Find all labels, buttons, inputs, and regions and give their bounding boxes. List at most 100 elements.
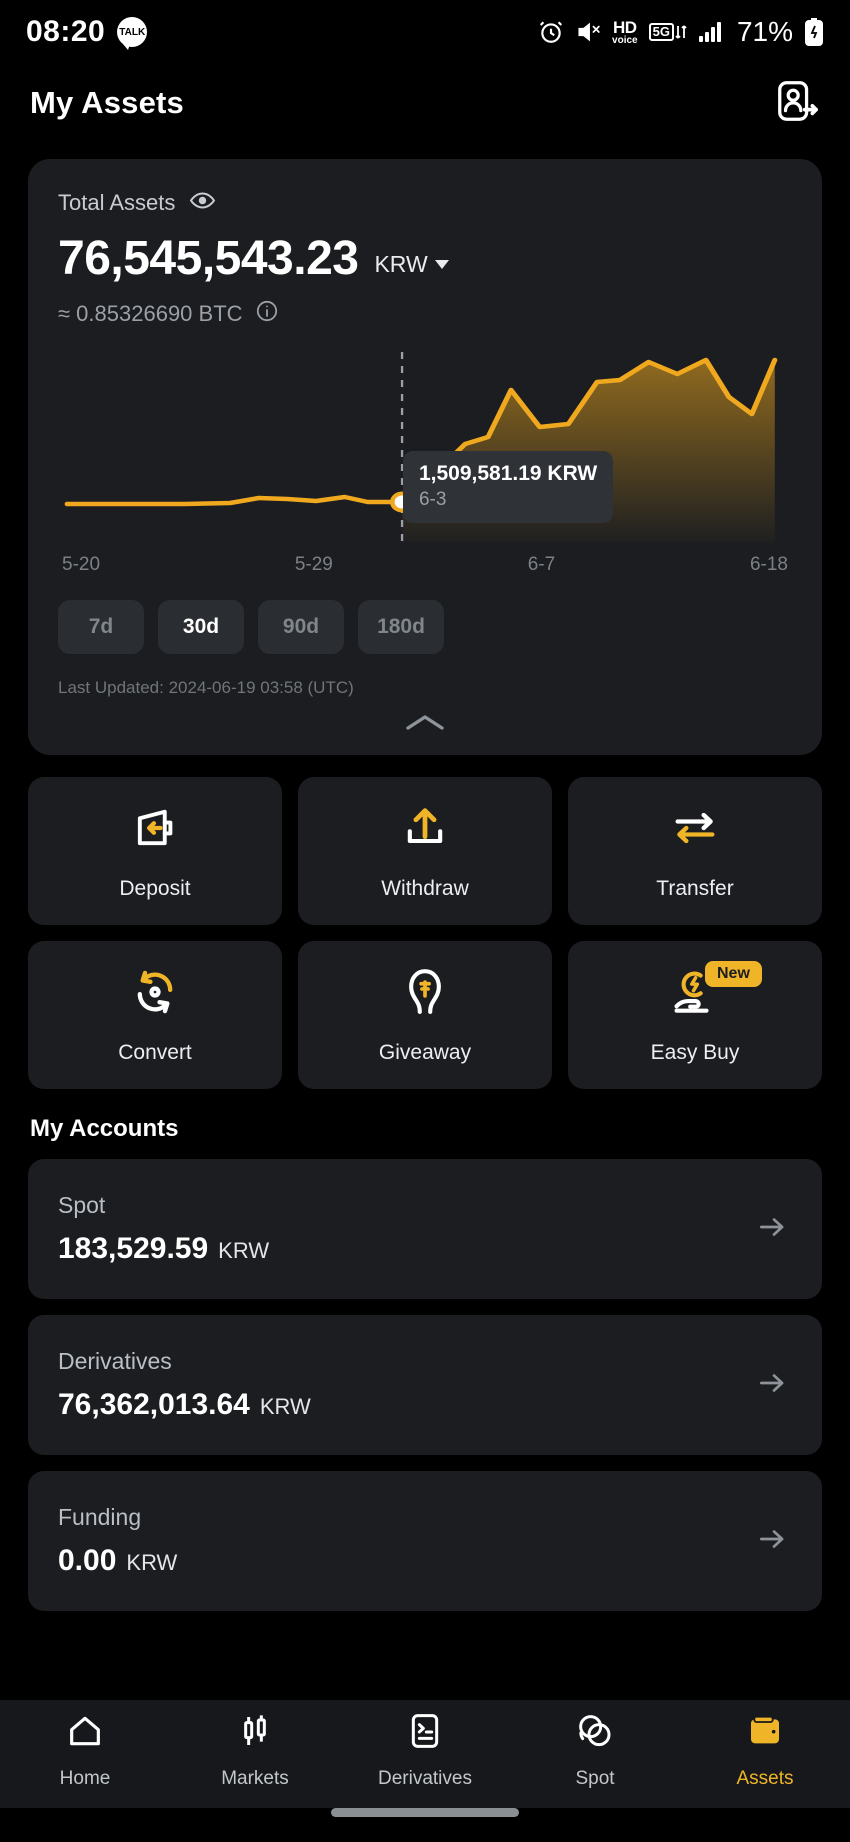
home-icon: [65, 1711, 105, 1756]
account-amount: 76,362,013.64: [58, 1388, 250, 1421]
x-tick-0: 5-20: [62, 554, 101, 575]
total-assets-card: Total Assets 76,545,543.23 KRW ≈ 0.85326…: [28, 159, 822, 755]
btc-equivalent-row: ≈ 0.85326690 BTC: [58, 299, 792, 328]
quick-actions: Deposit Withdraw Transfer Convert Giveaw…: [28, 777, 822, 1089]
range-btn-7d[interactable]: 7d: [58, 600, 144, 654]
convert-icon: [129, 966, 181, 1023]
account-amount-row: 0.00 KRW: [58, 1544, 177, 1578]
range-btn-90d[interactable]: 90d: [258, 600, 344, 654]
account-name: Spot: [58, 1192, 106, 1218]
assets-chart[interactable]: 1,509,581.19 KRW 6-3: [58, 352, 792, 542]
account-name: Derivatives: [58, 1348, 172, 1374]
deposit-button[interactable]: Deposit: [28, 777, 282, 925]
x-tick-1: 5-29: [294, 554, 333, 575]
swap-circle-icon: [575, 1711, 615, 1756]
info-icon[interactable]: [255, 299, 279, 328]
currency-selector[interactable]: KRW: [374, 251, 449, 283]
status-bar-left: 08:20 TALK: [26, 15, 148, 50]
accounts-list: Spot 183,529.59 KRW Derivatives 76,362,0…: [28, 1159, 822, 1611]
account-amount-row: 183,529.59 KRW: [58, 1232, 269, 1266]
page-title: My Assets: [30, 85, 184, 120]
range-btn-30d[interactable]: 30d: [158, 600, 244, 654]
signal-icon: [698, 21, 724, 43]
total-assets-label: Total Assets: [58, 190, 176, 215]
convert-label: Convert: [118, 1040, 192, 1064]
withdraw-label: Withdraw: [381, 876, 469, 900]
easy-buy-button[interactable]: New Easy Buy: [568, 941, 822, 1089]
kakaotalk-icon: TALK: [117, 17, 148, 50]
withdraw-button[interactable]: Withdraw: [298, 777, 552, 925]
balance-amount-row: 76,545,543.23 KRW: [58, 235, 792, 283]
home-indicator[interactable]: [331, 1808, 519, 1817]
account-amount-row: 76,362,013.64 KRW: [58, 1388, 311, 1422]
eye-icon[interactable]: [189, 187, 216, 219]
battery-percent: 71%: [736, 16, 793, 47]
account-info: Spot 183,529.59 KRW: [58, 1192, 269, 1266]
nav-item-markets[interactable]: Markets: [170, 1711, 340, 1790]
giveaway-button[interactable]: Giveaway: [298, 941, 552, 1089]
easy-buy-label: Easy Buy: [650, 1040, 740, 1064]
nav-item-derivatives[interactable]: Derivatives: [340, 1711, 510, 1790]
account-currency: KRW: [126, 1550, 178, 1575]
nav-label-derivatives: Derivatives: [378, 1767, 472, 1789]
nav-items: Home Markets Derivatives Spot Assets: [0, 1700, 850, 1808]
nav-item-home[interactable]: Home: [0, 1711, 170, 1790]
nav-label-home: Home: [59, 1767, 111, 1789]
account-amount: 183,529.59: [58, 1232, 209, 1265]
giveaway-icon: [399, 966, 451, 1023]
bottom-navigation: Home Markets Derivatives Spot Assets: [0, 1700, 850, 1842]
user-transfer-icon[interactable]: [774, 78, 820, 129]
nav-item-assets[interactable]: Assets: [680, 1711, 850, 1790]
tooltip-date: 6-3: [418, 488, 447, 510]
status-bar-right: HD voice 5G 71%: [538, 16, 824, 48]
account-row-funding[interactable]: Funding 0.00 KRW: [28, 1471, 822, 1611]
quick-actions-row-2: Convert Giveaway New Easy Buy: [28, 941, 822, 1089]
app-header: My Assets: [0, 64, 850, 142]
arrow-right-icon[interactable]: [752, 1211, 792, 1248]
hd-label: HD: [613, 17, 637, 37]
my-accounts-title: My Accounts: [30, 1115, 179, 1142]
range-selector: 7d 30d 90d 180d: [58, 600, 792, 654]
arrow-right-icon[interactable]: [752, 1523, 792, 1560]
chart-tooltip: 1,509,581.19 KRW 6-3: [402, 450, 614, 523]
nav-label-assets: Assets: [736, 1767, 794, 1789]
convert-button[interactable]: Convert: [28, 941, 282, 1089]
hd-voice-icon: HD voice: [612, 19, 638, 46]
chevron-up-icon: [402, 710, 448, 741]
giveaway-label: Giveaway: [378, 1040, 472, 1064]
arrow-right-icon[interactable]: [752, 1367, 792, 1404]
account-row-spot[interactable]: Spot 183,529.59 KRW: [28, 1159, 822, 1299]
tooltip-value: 1,509,581.19 KRW: [418, 461, 598, 485]
account-row-derivatives[interactable]: Derivatives 76,362,013.64 KRW: [28, 1315, 822, 1455]
x-tick-3: 6-18: [749, 554, 788, 575]
total-assets-row: Total Assets: [58, 187, 792, 219]
new-badge: New: [705, 961, 762, 987]
transfer-button[interactable]: Transfer: [568, 777, 822, 925]
nav-item-spot[interactable]: Spot: [510, 1711, 680, 1790]
candlestick-icon: [235, 1711, 275, 1756]
status-time: 08:20: [26, 15, 106, 48]
5g-label: 5G: [648, 22, 674, 42]
account-name: Funding: [58, 1504, 142, 1530]
quick-actions-row-1: Deposit Withdraw Transfer: [28, 777, 822, 925]
transfer-label: Transfer: [656, 876, 734, 900]
x-tick-2: 6-7: [527, 554, 556, 575]
chevron-down-icon: [434, 260, 449, 269]
voice-label: voice: [612, 34, 638, 46]
last-updated-text: Last Updated: 2024-06-19 03:58 (UTC): [58, 678, 354, 697]
range-btn-180d[interactable]: 180d: [358, 600, 444, 654]
currency-label: KRW: [374, 251, 428, 277]
status-bar: 08:20 TALK HD voice 5G 71%: [0, 0, 850, 64]
battery-icon: [804, 17, 824, 47]
account-info: Derivatives 76,362,013.64 KRW: [58, 1348, 311, 1422]
deposit-icon: [129, 802, 181, 859]
chart-x-axis: 5-20 5-29 6-7 6-18: [58, 554, 792, 576]
collapse-card-button[interactable]: [28, 710, 822, 741]
mute-icon: [575, 19, 601, 45]
transfer-icon: [669, 802, 721, 859]
nav-label-spot: Spot: [575, 1767, 615, 1789]
account-amount: 0.00: [58, 1544, 117, 1577]
nav-label-markets: Markets: [221, 1767, 289, 1789]
deposit-label: Deposit: [119, 876, 191, 900]
home-indicator-area: [0, 1808, 850, 1842]
